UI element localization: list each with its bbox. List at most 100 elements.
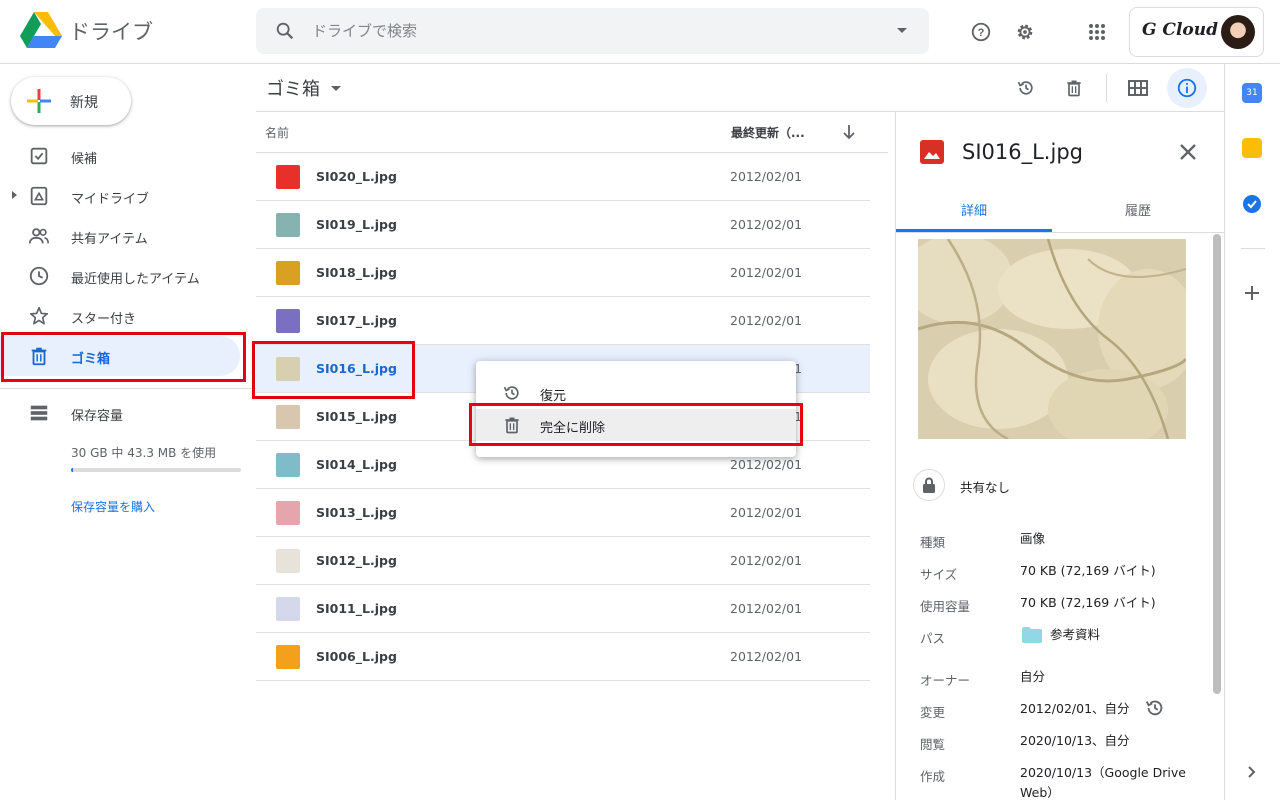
buy-storage-link[interactable]: 保存容量を購入	[71, 498, 155, 515]
tab-divider	[896, 232, 1224, 233]
storage-progress-fill	[71, 468, 73, 472]
storage-progress-bar	[71, 468, 241, 472]
expand-arrow-icon[interactable]	[12, 191, 17, 199]
nav-item-shared[interactable]: 共有アイテム	[0, 216, 240, 256]
file-thumbnail	[276, 405, 300, 429]
chevron-down-icon[interactable]	[331, 86, 341, 91]
new-button-label: 新規	[70, 95, 98, 111]
delete-forever-button[interactable]	[1054, 68, 1094, 108]
prop-key: 変更	[920, 705, 946, 720]
tab-details[interactable]: 詳細	[896, 184, 1052, 232]
file-modified-date: 2012/02/01	[730, 169, 803, 184]
file-name: SI020_L.jpg	[316, 169, 397, 184]
check-box-icon	[30, 147, 48, 165]
nav-item-suggested[interactable]: 候補	[0, 136, 240, 176]
tasks-icon[interactable]	[1242, 194, 1262, 214]
file-thumbnail	[276, 549, 300, 573]
settings-button[interactable]	[1005, 12, 1045, 52]
storage-usage-text: 30 GB 中 43.3 MB を使用	[71, 446, 217, 460]
chevron-right-icon[interactable]	[1242, 762, 1262, 782]
search-bar[interactable]	[256, 8, 929, 54]
table-row[interactable]: SI020_L.jpg 2012/02/01	[256, 153, 870, 201]
column-header-modified[interactable]: 最終更新（...	[731, 124, 805, 141]
prop-value: 自分	[1020, 669, 1046, 684]
clock-icon	[29, 266, 49, 286]
star-icon	[29, 306, 49, 325]
side-panel-rail: 31	[1224, 64, 1280, 800]
restore-icon	[503, 386, 519, 400]
toolbar: ゴミ箱	[256, 64, 1224, 112]
highlight-box-delete	[469, 403, 803, 446]
sharing-label: 共有なし	[960, 480, 1011, 495]
search-input[interactable]	[312, 8, 872, 54]
nav-item-storage[interactable]: 保存容量	[0, 393, 240, 433]
new-button[interactable]: 新規	[11, 77, 131, 125]
file-thumbnail	[276, 645, 300, 669]
file-name: SI018_L.jpg	[316, 265, 397, 280]
file-thumbnail	[276, 165, 300, 189]
table-row[interactable]: SI013_L.jpg 2012/02/01	[256, 489, 870, 537]
nav-item-starred[interactable]: スター付き	[0, 296, 240, 336]
add-addon-icon[interactable]	[1242, 283, 1262, 303]
list-header: 名前 最終更新（...	[256, 112, 888, 153]
keep-icon[interactable]	[1242, 138, 1262, 158]
file-name: SI011_L.jpg	[316, 601, 397, 616]
file-name: SI015_L.jpg	[316, 409, 397, 424]
prop-value: 70 KB (72,169 バイト)	[1020, 595, 1156, 610]
toolbar-divider	[1106, 74, 1107, 102]
file-name: SI013_L.jpg	[316, 505, 397, 520]
help-button[interactable]: ?	[961, 12, 1001, 52]
plus-icon	[27, 89, 51, 113]
prop-key: サイズ	[920, 567, 958, 582]
search-options-icon[interactable]	[897, 28, 907, 33]
info-icon	[1177, 78, 1197, 98]
table-row[interactable]: SI018_L.jpg 2012/02/01	[256, 249, 870, 297]
file-thumbnail	[276, 213, 300, 237]
table-row[interactable]: SI017_L.jpg 2012/02/01	[256, 297, 870, 345]
table-row[interactable]: SI006_L.jpg 2012/02/01	[256, 633, 870, 681]
file-modified-date: 2012/02/01	[730, 217, 803, 232]
version-history-icon[interactable]	[1144, 697, 1166, 719]
image-preview	[918, 239, 1186, 439]
path-link[interactable]: 参考資料	[1050, 625, 1224, 645]
close-icon[interactable]	[1174, 138, 1202, 166]
app-title[interactable]: ドライブ	[69, 16, 153, 46]
account-switcher[interactable]: G Cloud	[1129, 7, 1264, 57]
file-thumbnail	[276, 309, 300, 333]
file-modified-date: 2012/02/01	[730, 265, 803, 280]
breadcrumb[interactable]: ゴミ箱	[266, 75, 320, 101]
context-menu-label: 復元	[540, 389, 567, 404]
file-name: SI014_L.jpg	[316, 457, 397, 472]
file-modified-date: 2012/02/01	[730, 457, 803, 472]
search-icon[interactable]	[274, 20, 296, 42]
highlight-box-trash	[1, 332, 246, 382]
drive-logo-icon[interactable]	[20, 12, 62, 50]
nav-item-my-drive[interactable]: マイドライブ	[0, 176, 240, 216]
apps-button[interactable]	[1077, 12, 1117, 52]
column-header-name[interactable]: 名前	[265, 124, 289, 141]
restore-icon	[1017, 81, 1033, 95]
nav-item-recent[interactable]: 最近使用したアイテム	[0, 256, 240, 296]
file-modified-date: 2012/02/01	[730, 505, 803, 520]
rail-divider	[1241, 248, 1265, 249]
calendar-icon[interactable]: 31	[1242, 83, 1262, 103]
sort-arrow-icon[interactable]	[842, 124, 856, 140]
file-thumbnail	[276, 597, 300, 621]
table-row[interactable]: SI019_L.jpg 2012/02/01	[256, 201, 870, 249]
help-icon: ?	[971, 22, 991, 42]
table-row[interactable]: SI012_L.jpg 2012/02/01	[256, 537, 870, 585]
nav-item-label: 保存容量	[71, 409, 124, 424]
nav-divider	[0, 388, 256, 389]
tab-history[interactable]: 履歴	[1060, 184, 1216, 232]
sharing-status[interactable]	[913, 469, 945, 501]
avatar[interactable]	[1221, 15, 1255, 49]
prop-value: 70 KB (72,169 バイト)	[1020, 563, 1156, 578]
nav-item-label: スター付き	[71, 312, 137, 327]
nav-item-label: マイドライブ	[71, 192, 150, 207]
details-toggle-button[interactable]	[1167, 68, 1207, 108]
grid-view-button[interactable]	[1118, 68, 1158, 108]
table-row[interactable]: SI011_L.jpg 2012/02/01	[256, 585, 870, 633]
restore-button[interactable]	[1006, 68, 1046, 108]
top-bar: ドライブ ? G Cloud	[0, 0, 1280, 64]
folder-icon	[1022, 627, 1042, 643]
